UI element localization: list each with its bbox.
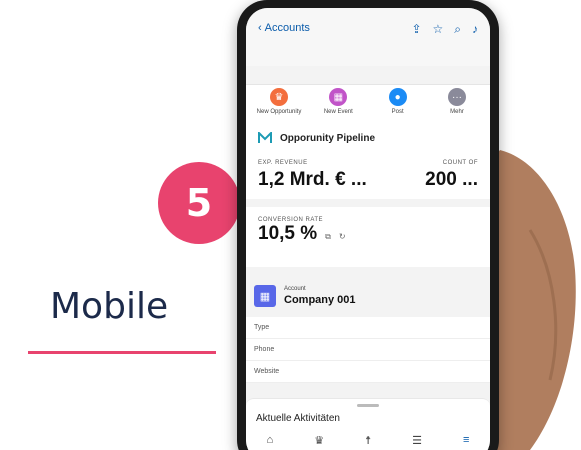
phone-screen: ‹ Accounts ⇪ ☆ ⌕ ♪ ♛ New Opportunity ▦ N… [246, 8, 490, 450]
metric-value: 1,2 Mrd. € ... [258, 169, 367, 190]
account-label: Account [284, 286, 306, 292]
metric-exp-revenue[interactable]: EXP. REVENUE 1,2 Mrd. € ... [258, 160, 367, 191]
heading-underline [28, 351, 216, 354]
action-more[interactable]: ··· Mehr [430, 85, 484, 124]
menu-icon[interactable]: ≡ [463, 434, 469, 447]
search-icon[interactable]: ⌕ [454, 22, 461, 37]
home-icon[interactable]: ⌂ [267, 434, 274, 447]
step-number-badge: 5 [158, 162, 240, 244]
account-card: ▦ Account Company 001 Type Phone Website [246, 275, 490, 383]
mobile-heading: Mobile [50, 286, 169, 327]
action-new-opportunity[interactable]: ♛ New Opportunity [252, 85, 306, 124]
more-icon: ··· [447, 88, 466, 106]
bell-icon[interactable]: ♪ [472, 22, 478, 37]
action-label: New Opportunity [256, 109, 302, 115]
conversion-value: 10,5 % [258, 223, 318, 244]
quick-actions: ♛ New Opportunity ▦ New Event ● Post ···… [246, 84, 490, 124]
chat-icon: ● [388, 88, 407, 106]
conversion-card: CONVERSION RATE 10,5 % ⧉ ↻ [246, 207, 490, 267]
back-label: Accounts [264, 22, 310, 34]
metric-label: COUNT OF [442, 160, 478, 166]
metric-label: EXP. REVENUE [258, 160, 308, 166]
action-label: Mehr [450, 109, 464, 115]
action-new-event[interactable]: ▦ New Event [311, 85, 365, 124]
account-header[interactable]: ▦ Account Company 001 [246, 275, 490, 317]
app-header: ‹ Accounts ⇪ ☆ ⌕ ♪ [246, 8, 490, 66]
pipeline-title-text: Opporunity Pipeline [280, 132, 376, 144]
pipeline-metrics: EXP. REVENUE 1,2 Mrd. € ... COUNT OF 200… [258, 160, 478, 191]
action-post[interactable]: ● Post [371, 85, 425, 124]
field-type: Type [246, 317, 490, 339]
action-label: New Event [323, 109, 353, 115]
drawer-title: Aktuelle Aktivitäten [256, 413, 340, 424]
activity-drawer[interactable]: Aktuelle Aktivitäten ⌂ ♛ ☨ ☰ ≡ [246, 398, 490, 450]
account-icon: ▦ [254, 285, 276, 307]
crown-icon: ♛ [270, 88, 288, 106]
checklist-icon[interactable]: ☰ [412, 434, 422, 447]
metric-count[interactable]: COUNT OF 200 ... [425, 160, 478, 191]
pipeline-card: Opporunity Pipeline EXP. REVENUE 1,2 Mrd… [246, 124, 490, 199]
back-button[interactable]: ‹ Accounts [258, 22, 310, 34]
field-phone: Phone [246, 339, 490, 361]
metric-value: 200 ... [425, 169, 478, 190]
conversion-value-row: 10,5 % ⧉ ↻ [258, 223, 478, 245]
pipeline-title: Opporunity Pipeline [258, 132, 478, 144]
account-name: Company 001 [284, 294, 356, 306]
field-website: Website [246, 361, 490, 383]
person-icon[interactable]: ☨ [365, 434, 371, 447]
crown-tab-icon[interactable]: ♛ [314, 434, 324, 447]
external-link-icon[interactable]: ⧉ [325, 232, 331, 242]
pipeline-logo-icon [258, 132, 272, 143]
action-label: Post [391, 109, 404, 115]
share-icon[interactable]: ⇪ [411, 22, 421, 37]
chevron-left-icon: ‹ [258, 22, 262, 34]
calendar-icon: ▦ [329, 88, 348, 106]
tab-bar: ⌂ ♛ ☨ ☰ ≡ [246, 434, 490, 447]
refresh-icon[interactable]: ↻ [339, 232, 346, 241]
star-icon[interactable]: ☆ [433, 22, 444, 37]
header-icons: ⇪ ☆ ⌕ ♪ [411, 22, 478, 37]
phone-device: ‹ Accounts ⇪ ☆ ⌕ ♪ ♛ New Opportunity ▦ N… [237, 0, 499, 450]
